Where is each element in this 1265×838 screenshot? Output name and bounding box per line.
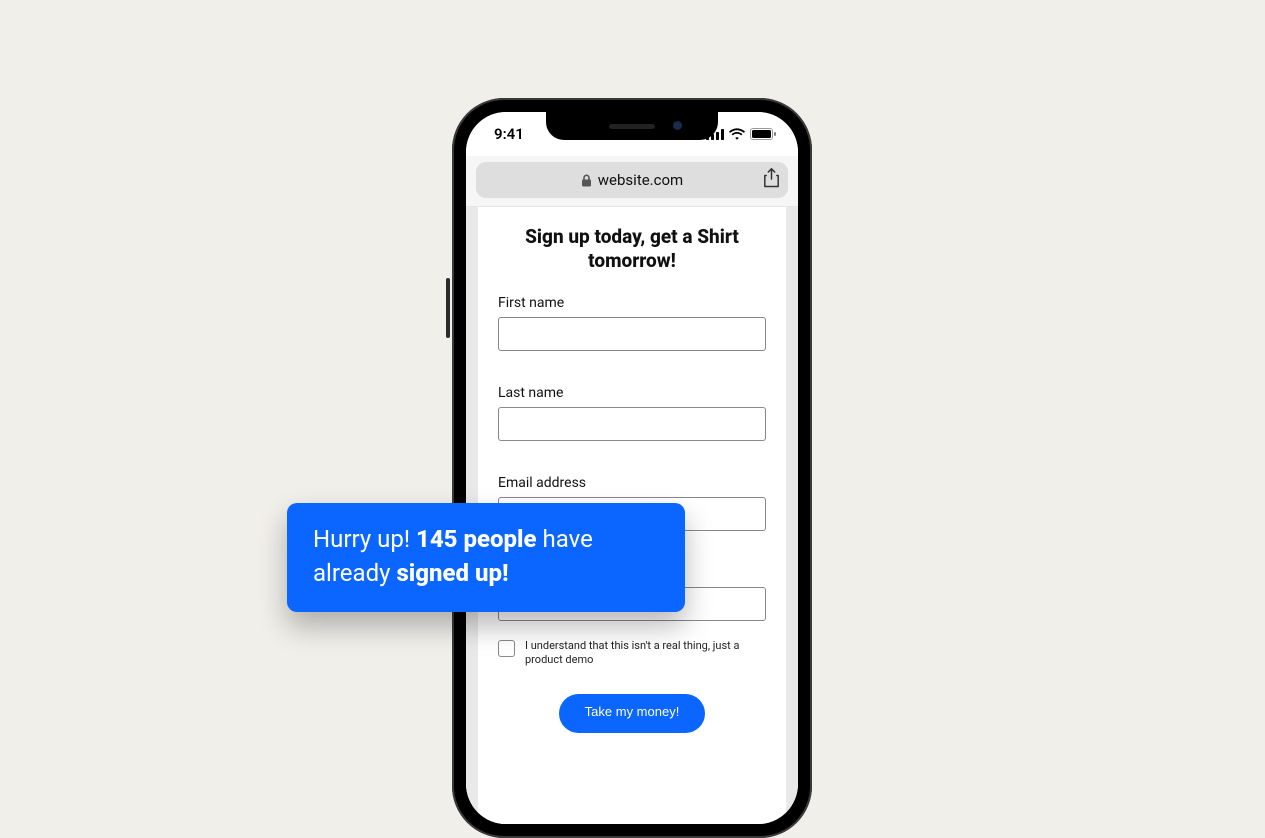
address-pill[interactable]: website.com [476, 162, 788, 198]
urgency-banner: Hurry up! 145 people have already signed… [287, 503, 685, 612]
last-name-field-group: Last name [498, 385, 766, 441]
battery-icon [750, 128, 776, 140]
front-camera [673, 121, 682, 130]
wifi-icon [729, 128, 745, 140]
email-label: Email address [498, 475, 766, 491]
last-name-input[interactable] [498, 407, 766, 441]
address-domain: website.com [598, 171, 683, 189]
consent-row: I understand that this isn't a real thin… [498, 639, 766, 669]
phone-screen: 9:41 website.com Sign up today, get a Sh [466, 112, 798, 824]
browser-address-bar: website.com [466, 156, 798, 207]
phone-frame: 9:41 website.com Sign up today, get a Sh [452, 98, 812, 838]
page-heading: Sign up today, get a Shirt tomorrow! [498, 225, 766, 273]
last-name-label: Last name [498, 385, 766, 401]
lock-icon [581, 174, 592, 187]
first-name-input[interactable] [498, 317, 766, 351]
first-name-field-group: First name [498, 295, 766, 351]
submit-button[interactable]: Take my money! [559, 694, 706, 733]
consent-label: I understand that this isn't a real thin… [525, 639, 766, 669]
phone-notch [546, 112, 718, 140]
first-name-label: First name [498, 295, 766, 311]
banner-text-bold2: signed up! [396, 559, 508, 587]
banner-text-prefix: Hurry up! [313, 525, 416, 553]
share-icon [763, 168, 780, 188]
share-button[interactable] [763, 168, 780, 192]
status-indicators [706, 128, 776, 140]
status-time: 9:41 [494, 125, 524, 143]
speaker-grille [609, 124, 655, 129]
banner-text-bold1: 145 people [416, 525, 537, 553]
consent-checkbox[interactable] [498, 640, 515, 657]
